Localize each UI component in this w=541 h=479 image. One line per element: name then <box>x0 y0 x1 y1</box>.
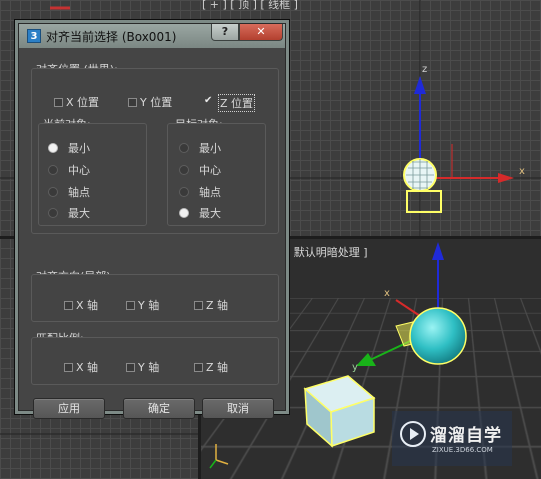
target-pivot-label[interactable]: 轴点 <box>199 184 221 200</box>
target-min-label[interactable]: 最小 <box>199 140 221 156</box>
current-max-radio[interactable]: 最大 <box>48 205 90 221</box>
persp-sphere <box>409 307 467 365</box>
x-axis-arrow <box>498 173 514 183</box>
target-center-label[interactable]: 中心 <box>199 162 221 178</box>
z-position-label[interactable]: Z 位置 <box>218 94 256 112</box>
target-max-radio[interactable]: 最大 <box>179 205 221 221</box>
y-position-label[interactable]: Y 位置 <box>140 94 172 110</box>
watermark-title: 溜溜自学 <box>430 426 502 446</box>
current-center-radio[interactable]: 中心 <box>48 162 90 178</box>
ok-button[interactable]: 确定 <box>123 398 195 419</box>
orient-z-label[interactable]: Z 轴 <box>206 297 228 313</box>
target-min-radio[interactable]: 最小 <box>179 140 221 156</box>
match-scale-group: X 轴 Y 轴 Z 轴 <box>31 337 279 385</box>
orient-y-label[interactable]: Y 轴 <box>138 297 159 313</box>
mini-axis-x <box>215 459 229 465</box>
persp-axis-label-x: x <box>384 288 390 299</box>
axis-label-z-top: z <box>422 64 428 75</box>
scale-z-checkbox[interactable]: Z 轴 <box>194 359 228 375</box>
persp-axis-label-y: y <box>352 362 358 373</box>
current-center-label[interactable]: 中心 <box>68 162 90 178</box>
target-center-radio[interactable]: 中心 <box>179 162 221 178</box>
scale-x-checkbox[interactable]: X 轴 <box>64 359 98 375</box>
scale-z-box[interactable] <box>194 362 203 372</box>
x-position-checkbox[interactable]: X 位置 <box>54 94 99 110</box>
target-pivot-radio[interactable]: 轴点 <box>179 184 221 200</box>
scale-z-label[interactable]: Z 轴 <box>206 359 228 375</box>
target-max-label[interactable]: 最大 <box>199 205 221 221</box>
current-center-dot[interactable] <box>48 165 58 175</box>
current-object-group: 最小 中心 轴点 最大 <box>38 123 147 226</box>
close-button[interactable]: ✕ <box>239 24 283 41</box>
help-button[interactable]: ? <box>211 24 239 41</box>
dialog-body: 对齐位置 (世界): X 位置 Y 位置 Z 位置 当前对象: 最小 <box>19 48 285 419</box>
current-pivot-dot[interactable] <box>48 187 58 197</box>
z-axis-arrow <box>414 76 426 94</box>
orient-x-label[interactable]: X 轴 <box>76 297 98 313</box>
apply-button[interactable]: 应用 <box>33 398 105 419</box>
play-logo-icon <box>400 421 426 447</box>
align-orientation-group: X 轴 Y 轴 Z 轴 <box>31 274 279 322</box>
z-position-box[interactable] <box>204 95 215 108</box>
app-3ds-icon: 3 <box>27 29 41 43</box>
orient-y-box[interactable] <box>126 300 135 310</box>
current-min-label[interactable]: 最小 <box>68 140 90 156</box>
scale-y-box[interactable] <box>126 362 135 372</box>
current-pivot-label[interactable]: 轴点 <box>68 184 90 200</box>
cancel-button[interactable]: 取消 <box>202 398 274 419</box>
scale-y-checkbox[interactable]: Y 轴 <box>126 359 159 375</box>
current-min-radio[interactable]: 最小 <box>48 140 90 156</box>
orient-z-box[interactable] <box>194 300 203 310</box>
dialog-title: 对齐当前选择 (Box001) <box>46 30 177 44</box>
current-min-dot[interactable] <box>48 143 58 153</box>
orient-z-checkbox[interactable]: Z 轴 <box>194 297 228 313</box>
watermark: 溜溜自学 ZIXUE.3D66.COM <box>392 411 512 466</box>
axis-label-x-top: x <box>519 166 525 177</box>
persp-z-arrow <box>432 242 444 260</box>
y-position-checkbox[interactable]: Y 位置 <box>128 94 172 110</box>
align-position-group: X 位置 Y 位置 Z 位置 当前对象: 最小 中心 轴点 <box>31 68 279 234</box>
orient-x-box[interactable] <box>64 300 73 310</box>
dialog-titlebar[interactable]: 3 对齐当前选择 (Box001) ? ✕ <box>19 24 285 48</box>
mini-axis-y <box>209 459 217 469</box>
orient-x-checkbox[interactable]: X 轴 <box>64 297 98 313</box>
target-pivot-dot[interactable] <box>179 187 189 197</box>
current-max-dot[interactable] <box>48 208 58 218</box>
current-max-label[interactable]: 最大 <box>68 205 90 221</box>
target-center-dot[interactable] <box>179 165 189 175</box>
target-min-dot[interactable] <box>179 143 189 153</box>
persp-viewport-label[interactable]: [ 默认明暗处理 ] <box>286 244 368 260</box>
box-object <box>406 190 442 213</box>
watermark-subtitle: ZIXUE.3D66.COM <box>432 446 493 454</box>
target-object-group: 最小 中心 轴点 最大 <box>167 123 266 226</box>
y-position-box[interactable] <box>128 97 137 107</box>
target-max-dot[interactable] <box>179 208 189 218</box>
scale-x-label[interactable]: X 轴 <box>76 359 98 375</box>
align-selection-dialog[interactable]: 3 对齐当前选择 (Box001) ? ✕ 对齐位置 (世界): X 位置 Y … <box>14 19 290 419</box>
scale-y-label[interactable]: Y 轴 <box>138 359 159 375</box>
x-position-label[interactable]: X 位置 <box>66 94 99 110</box>
x-position-box[interactable] <box>54 97 63 107</box>
current-pivot-radio[interactable]: 轴点 <box>48 184 90 200</box>
orient-y-checkbox[interactable]: Y 轴 <box>126 297 159 313</box>
z-position-checkbox[interactable]: Z 位置 <box>204 94 256 112</box>
scale-x-box[interactable] <box>64 362 73 372</box>
